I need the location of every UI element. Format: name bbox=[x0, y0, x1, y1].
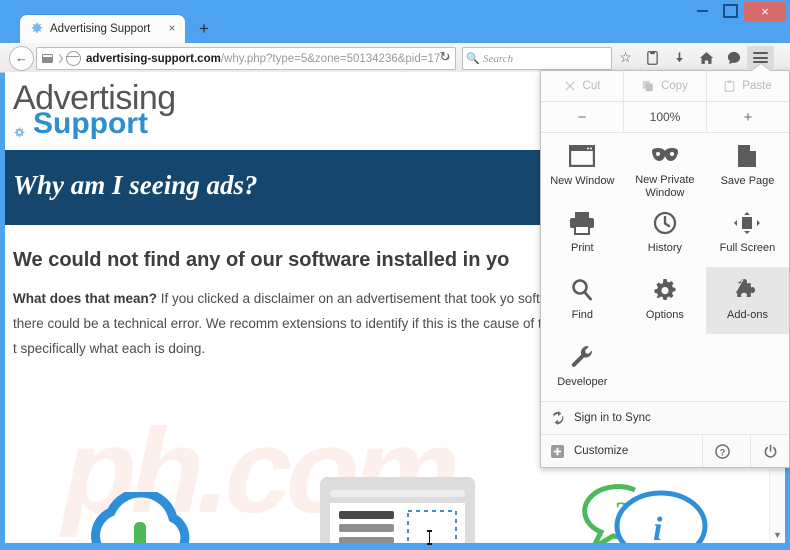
edit-controls-row: Cut Copy Paste bbox=[541, 71, 789, 102]
tab-title: Advertising Support bbox=[50, 23, 151, 35]
new-tab-button[interactable]: + bbox=[194, 19, 214, 39]
zoom-level-label[interactable]: 100% bbox=[623, 102, 706, 132]
banner-title: Why am I seeing ads? bbox=[13, 170, 258, 200]
paste-button[interactable]: Paste bbox=[706, 71, 789, 101]
logo-line-support: Support bbox=[13, 107, 176, 140]
speech-bubbles-illustration: ? i bbox=[575, 482, 735, 543]
pocket-icon[interactable] bbox=[720, 46, 747, 69]
sync-icon bbox=[550, 411, 565, 426]
tab-advertising-support[interactable]: Advertising Support × bbox=[20, 15, 185, 43]
mask-icon bbox=[651, 142, 679, 169]
copy-label: Copy bbox=[661, 80, 688, 92]
quit-button[interactable] bbox=[750, 435, 789, 467]
menu-item-find[interactable]: Find bbox=[541, 267, 624, 334]
firefox-menu-panel: Cut Copy Paste − 100% + New Window New P… bbox=[540, 70, 790, 468]
cut-button[interactable]: Cut bbox=[541, 71, 623, 101]
address-bar[interactable]: ❯ advertising-support.com/why.php?type=5… bbox=[36, 47, 456, 70]
text-cursor-icon bbox=[425, 530, 433, 545]
developer-label: Developer bbox=[557, 376, 608, 388]
scroll-down-arrow-icon[interactable]: ▼ bbox=[770, 528, 785, 543]
new-private-window-label: New Private Window bbox=[635, 174, 695, 199]
menu-grid: New Window New Private Window Save Page … bbox=[541, 133, 789, 401]
copy-button[interactable]: Copy bbox=[623, 71, 706, 101]
site-logo: Advertising Support bbox=[13, 81, 176, 140]
downloads-icon[interactable] bbox=[666, 46, 693, 69]
hamburger-icon bbox=[753, 52, 768, 63]
new-window-label: New Window bbox=[550, 175, 615, 187]
zoom-controls-row: − 100% + bbox=[541, 102, 789, 133]
panel-arrow bbox=[752, 64, 770, 71]
back-button[interactable]: ← bbox=[9, 46, 34, 71]
customize-label[interactable]: Customize bbox=[574, 445, 628, 457]
paste-label: Paste bbox=[742, 80, 772, 92]
sign-in-to-sync-row[interactable]: Sign in to Sync bbox=[541, 401, 789, 434]
print-label: Print bbox=[570, 242, 594, 254]
identity-chevron-icon: ❯ bbox=[57, 53, 65, 63]
globe-icon bbox=[65, 51, 81, 66]
clock-icon bbox=[653, 209, 677, 237]
new-window-icon bbox=[569, 142, 596, 170]
illustrations: ? i bbox=[5, 472, 785, 543]
puzzle-icon bbox=[734, 276, 760, 304]
cut-label: Cut bbox=[582, 80, 601, 92]
url-path: /why.php?type=5&zone=50134236&pid=1744&e… bbox=[220, 52, 441, 65]
bookmark-star-icon[interactable]: ☆ bbox=[612, 46, 639, 69]
paragraph-lead: What does that mean? bbox=[13, 291, 158, 306]
search-icon: 🔍 bbox=[466, 53, 480, 65]
save-page-label: Save Page bbox=[720, 175, 775, 187]
menu-item-print[interactable]: Print bbox=[541, 200, 624, 267]
reading-list-icon[interactable] bbox=[639, 46, 666, 69]
reload-button[interactable]: ↻ bbox=[437, 49, 453, 65]
search-bar[interactable]: 🔍 Search bbox=[462, 47, 612, 70]
toolbar-icons: ☆ bbox=[612, 46, 774, 69]
cloud-upload-illustration bbox=[75, 488, 205, 543]
browser-mockup-illustration bbox=[320, 477, 475, 543]
zoom-out-button[interactable]: − bbox=[541, 102, 623, 132]
menu-item-save-page[interactable]: Save Page bbox=[706, 133, 789, 200]
url-text: advertising-support.com/why.php?type=5&z… bbox=[86, 53, 441, 65]
full-screen-label: Full Screen bbox=[719, 242, 776, 254]
menu-item-options[interactable]: Options bbox=[624, 267, 707, 334]
logo-gear-icon bbox=[13, 117, 26, 138]
menu-item-add-ons[interactable]: Add-ons bbox=[706, 267, 789, 334]
sync-label: Sign in to Sync bbox=[574, 412, 651, 424]
clipboard-icon bbox=[724, 80, 735, 92]
history-label: History bbox=[647, 242, 682, 254]
zoom-in-button[interactable]: + bbox=[706, 102, 789, 132]
page-icon bbox=[737, 142, 757, 170]
tab-strip: Advertising Support × + bbox=[0, 15, 790, 43]
wrench-icon bbox=[571, 343, 593, 371]
navigation-toolbar: ← ❯ advertising-support.com/why.php?type… bbox=[0, 43, 790, 73]
magnifier-icon bbox=[570, 276, 594, 304]
scissors-icon bbox=[564, 81, 575, 91]
logo-support-text: Support bbox=[33, 107, 148, 140]
find-label: Find bbox=[571, 309, 593, 321]
menu-item-developer[interactable]: Developer bbox=[541, 334, 624, 401]
options-label: Options bbox=[645, 309, 684, 321]
tab-close-icon[interactable]: × bbox=[165, 22, 179, 36]
menu-item-new-private-window[interactable]: New Private Window bbox=[624, 133, 707, 200]
add-ons-label: Add-ons bbox=[726, 309, 768, 321]
printer-icon bbox=[569, 209, 595, 237]
site-identity-icon[interactable] bbox=[37, 49, 57, 68]
browser-window: × Advertising Support × + ← ❯ advertisin… bbox=[0, 0, 790, 548]
search-placeholder: Search bbox=[483, 52, 514, 65]
menu-item-new-window[interactable]: New Window bbox=[541, 133, 624, 200]
panel-footer: Customize ? bbox=[541, 434, 789, 467]
menu-item-history[interactable]: History bbox=[624, 200, 707, 267]
svg-text:i: i bbox=[653, 511, 663, 543]
customize-plus-icon bbox=[550, 444, 565, 459]
url-domain: advertising-support.com bbox=[86, 52, 221, 65]
help-button[interactable]: ? bbox=[702, 435, 741, 467]
home-icon[interactable] bbox=[693, 46, 720, 69]
svg-text:?: ? bbox=[719, 447, 725, 457]
gear-favicon-icon bbox=[30, 22, 44, 36]
fullscreen-icon bbox=[734, 209, 761, 237]
menu-item-full-screen[interactable]: Full Screen bbox=[706, 200, 789, 267]
gear-icon bbox=[653, 276, 677, 304]
copy-icon bbox=[642, 80, 653, 92]
